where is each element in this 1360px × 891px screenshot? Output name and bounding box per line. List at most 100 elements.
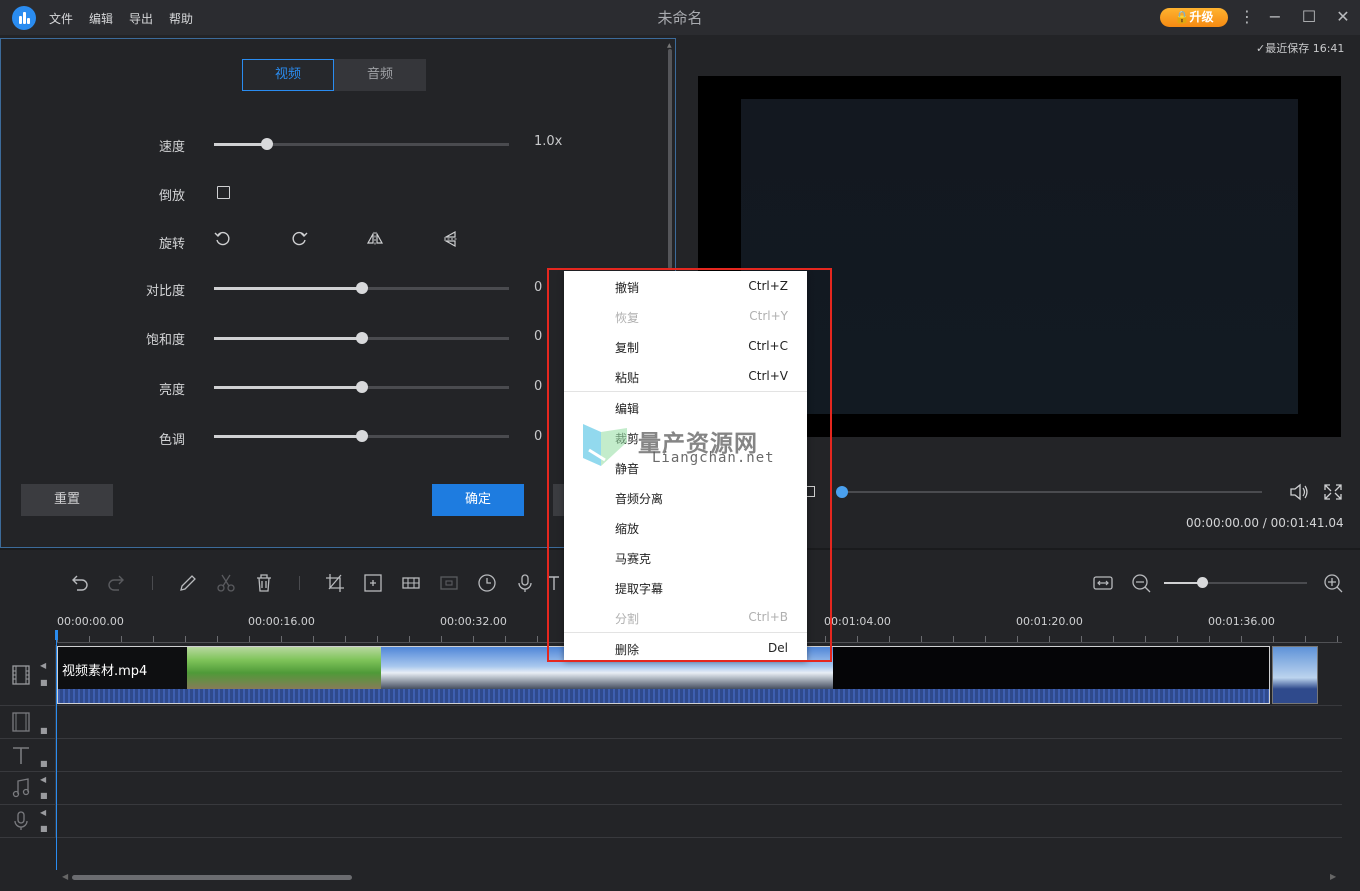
speed-label: 速度 (158, 140, 185, 155)
lock-icon[interactable]: ■ (40, 759, 50, 769)
window-title: 未命名 (657, 9, 703, 27)
saturation-label: 饱和度 (145, 333, 185, 348)
ruler-label: 00:00:00.00 (57, 615, 124, 628)
lock-icon[interactable]: ■ (40, 791, 50, 801)
cut-icon[interactable] (215, 572, 237, 594)
hue-value: 0 (534, 429, 543, 444)
saturation-slider-knob[interactable] (355, 332, 368, 344)
contrast-slider[interactable] (214, 282, 509, 294)
last-saved-text: 最近保存 16:41 (1265, 42, 1345, 55)
brightness-label: 亮度 (158, 383, 185, 398)
brightness-slider[interactable] (214, 381, 509, 393)
playback-progress-knob[interactable] (836, 486, 848, 498)
watermark-logo-icon (583, 424, 627, 466)
speed-slider-knob[interactable] (261, 138, 274, 150)
flip-horizontal-icon[interactable] (365, 229, 385, 249)
reset-button[interactable]: 重置 (21, 484, 113, 516)
title-bar: 文件 编辑 导出 帮助 未命名 🔒升级 ⋮ − ☐ ✕ (0, 0, 1360, 35)
volume-icon[interactable] (1288, 482, 1310, 502)
menu-export[interactable]: 导出 (129, 10, 153, 27)
ruler-label: 00:00:16.00 (248, 615, 315, 628)
playhead[interactable] (56, 630, 57, 870)
speaker-icon[interactable]: ◀ (40, 808, 50, 818)
lock-icon: 🔒 (1174, 10, 1190, 24)
maximize-icon[interactable]: ☐ (1298, 6, 1320, 28)
hue-slider-knob[interactable] (355, 430, 368, 442)
close-icon[interactable]: ✕ (1332, 6, 1354, 28)
hue-slider[interactable] (214, 430, 509, 442)
more-menu-icon[interactable]: ⋮ (1236, 6, 1258, 28)
rotate-right-icon[interactable] (289, 229, 309, 249)
app-logo-icon (12, 6, 36, 30)
speed-slider[interactable] (214, 138, 509, 150)
ruler-label: 00:01:20.00 (1016, 615, 1083, 628)
tab-video[interactable]: 视频 (242, 59, 334, 91)
clip-thumbnail (833, 647, 1269, 690)
flip-vertical-icon[interactable] (441, 229, 461, 249)
music-note-icon (12, 778, 30, 798)
video-clip[interactable] (1272, 646, 1318, 704)
lock-icon[interactable]: ■ (40, 726, 50, 736)
contrast-slider-knob[interactable] (355, 282, 368, 294)
fit-timeline-icon[interactable] (1092, 572, 1114, 594)
speaker-icon[interactable]: ◀ (40, 775, 50, 785)
lock-icon[interactable]: ■ (40, 824, 50, 834)
zoom-out-icon[interactable] (1130, 572, 1152, 594)
playhead-handle[interactable] (55, 630, 58, 640)
contrast-label: 对比度 (145, 284, 185, 299)
tab-audio[interactable]: 音频 (334, 59, 426, 91)
redo-icon[interactable] (106, 572, 128, 594)
scroll-right-icon[interactable]: ▶ (1330, 872, 1336, 881)
minimize-icon[interactable]: − (1264, 6, 1286, 28)
clip-name: 视频素材.mp4 (62, 664, 148, 679)
undo-icon[interactable] (68, 572, 90, 594)
contrast-slider-fill (214, 287, 362, 290)
microphone-icon (14, 811, 28, 830)
speed-slider-fill (214, 143, 268, 146)
ok-button[interactable]: 确定 (432, 484, 524, 516)
saturation-slider[interactable] (214, 332, 509, 344)
watermark-subtitle: Liangchan.net (652, 450, 775, 466)
menu-help[interactable]: 帮助 (169, 10, 193, 27)
timeline-zoom-slider[interactable] (1164, 582, 1307, 584)
edit-icon[interactable] (177, 572, 199, 594)
lock-icon[interactable]: ■ (40, 678, 50, 688)
freeze-frame-icon[interactable] (438, 572, 460, 594)
ruler-label: 00:01:36.00 (1208, 615, 1275, 628)
zoom-in-icon[interactable] (1322, 572, 1344, 594)
panel-scrollbar[interactable] (668, 49, 672, 269)
menu-edit[interactable]: 编辑 (89, 10, 113, 27)
track-header: ◀ ■ (0, 645, 56, 705)
timeline-zoom-knob[interactable] (1197, 577, 1208, 588)
scroll-left-icon[interactable]: ◀ (62, 872, 68, 881)
crop-icon[interactable] (324, 572, 346, 594)
menu-file[interactable]: 文件 (49, 10, 73, 27)
upgrade-button[interactable]: 🔒升级 (1160, 8, 1228, 27)
delete-icon[interactable] (253, 572, 275, 594)
film-icon (12, 665, 30, 685)
fullscreen-icon[interactable] (1322, 482, 1344, 502)
track-header: ■ (0, 706, 56, 738)
hue-label: 色调 (158, 433, 185, 448)
rotate-left-icon[interactable] (213, 229, 233, 249)
playback-progress-bar[interactable] (842, 491, 1262, 493)
mosaic-icon[interactable] (400, 572, 422, 594)
contrast-value: 0 (534, 280, 543, 295)
speaker-icon[interactable]: ◀ (40, 661, 50, 671)
brightness-slider-knob[interactable] (355, 381, 368, 393)
voiceover-track: ◀ ■ (0, 805, 1342, 838)
zoom-frame-icon[interactable] (362, 572, 384, 594)
reverse-label: 倒放 (158, 189, 185, 204)
saturation-slider-fill (214, 337, 362, 340)
microphone-icon[interactable] (514, 572, 536, 594)
duration-icon[interactable] (476, 572, 498, 594)
scroll-up-icon[interactable]: ▲ (667, 42, 672, 49)
track-header: ◀ ■ (0, 805, 56, 837)
track-header: ■ (0, 739, 56, 771)
ruler-label: 00:01:04.00 (824, 615, 891, 628)
timeline-scrollbar[interactable] (72, 875, 352, 880)
clip-audio-waveform (58, 689, 1269, 703)
saturation-value: 0 (534, 329, 543, 344)
reverse-checkbox[interactable] (217, 186, 230, 199)
music-track: ◀ ■ (0, 772, 1342, 805)
